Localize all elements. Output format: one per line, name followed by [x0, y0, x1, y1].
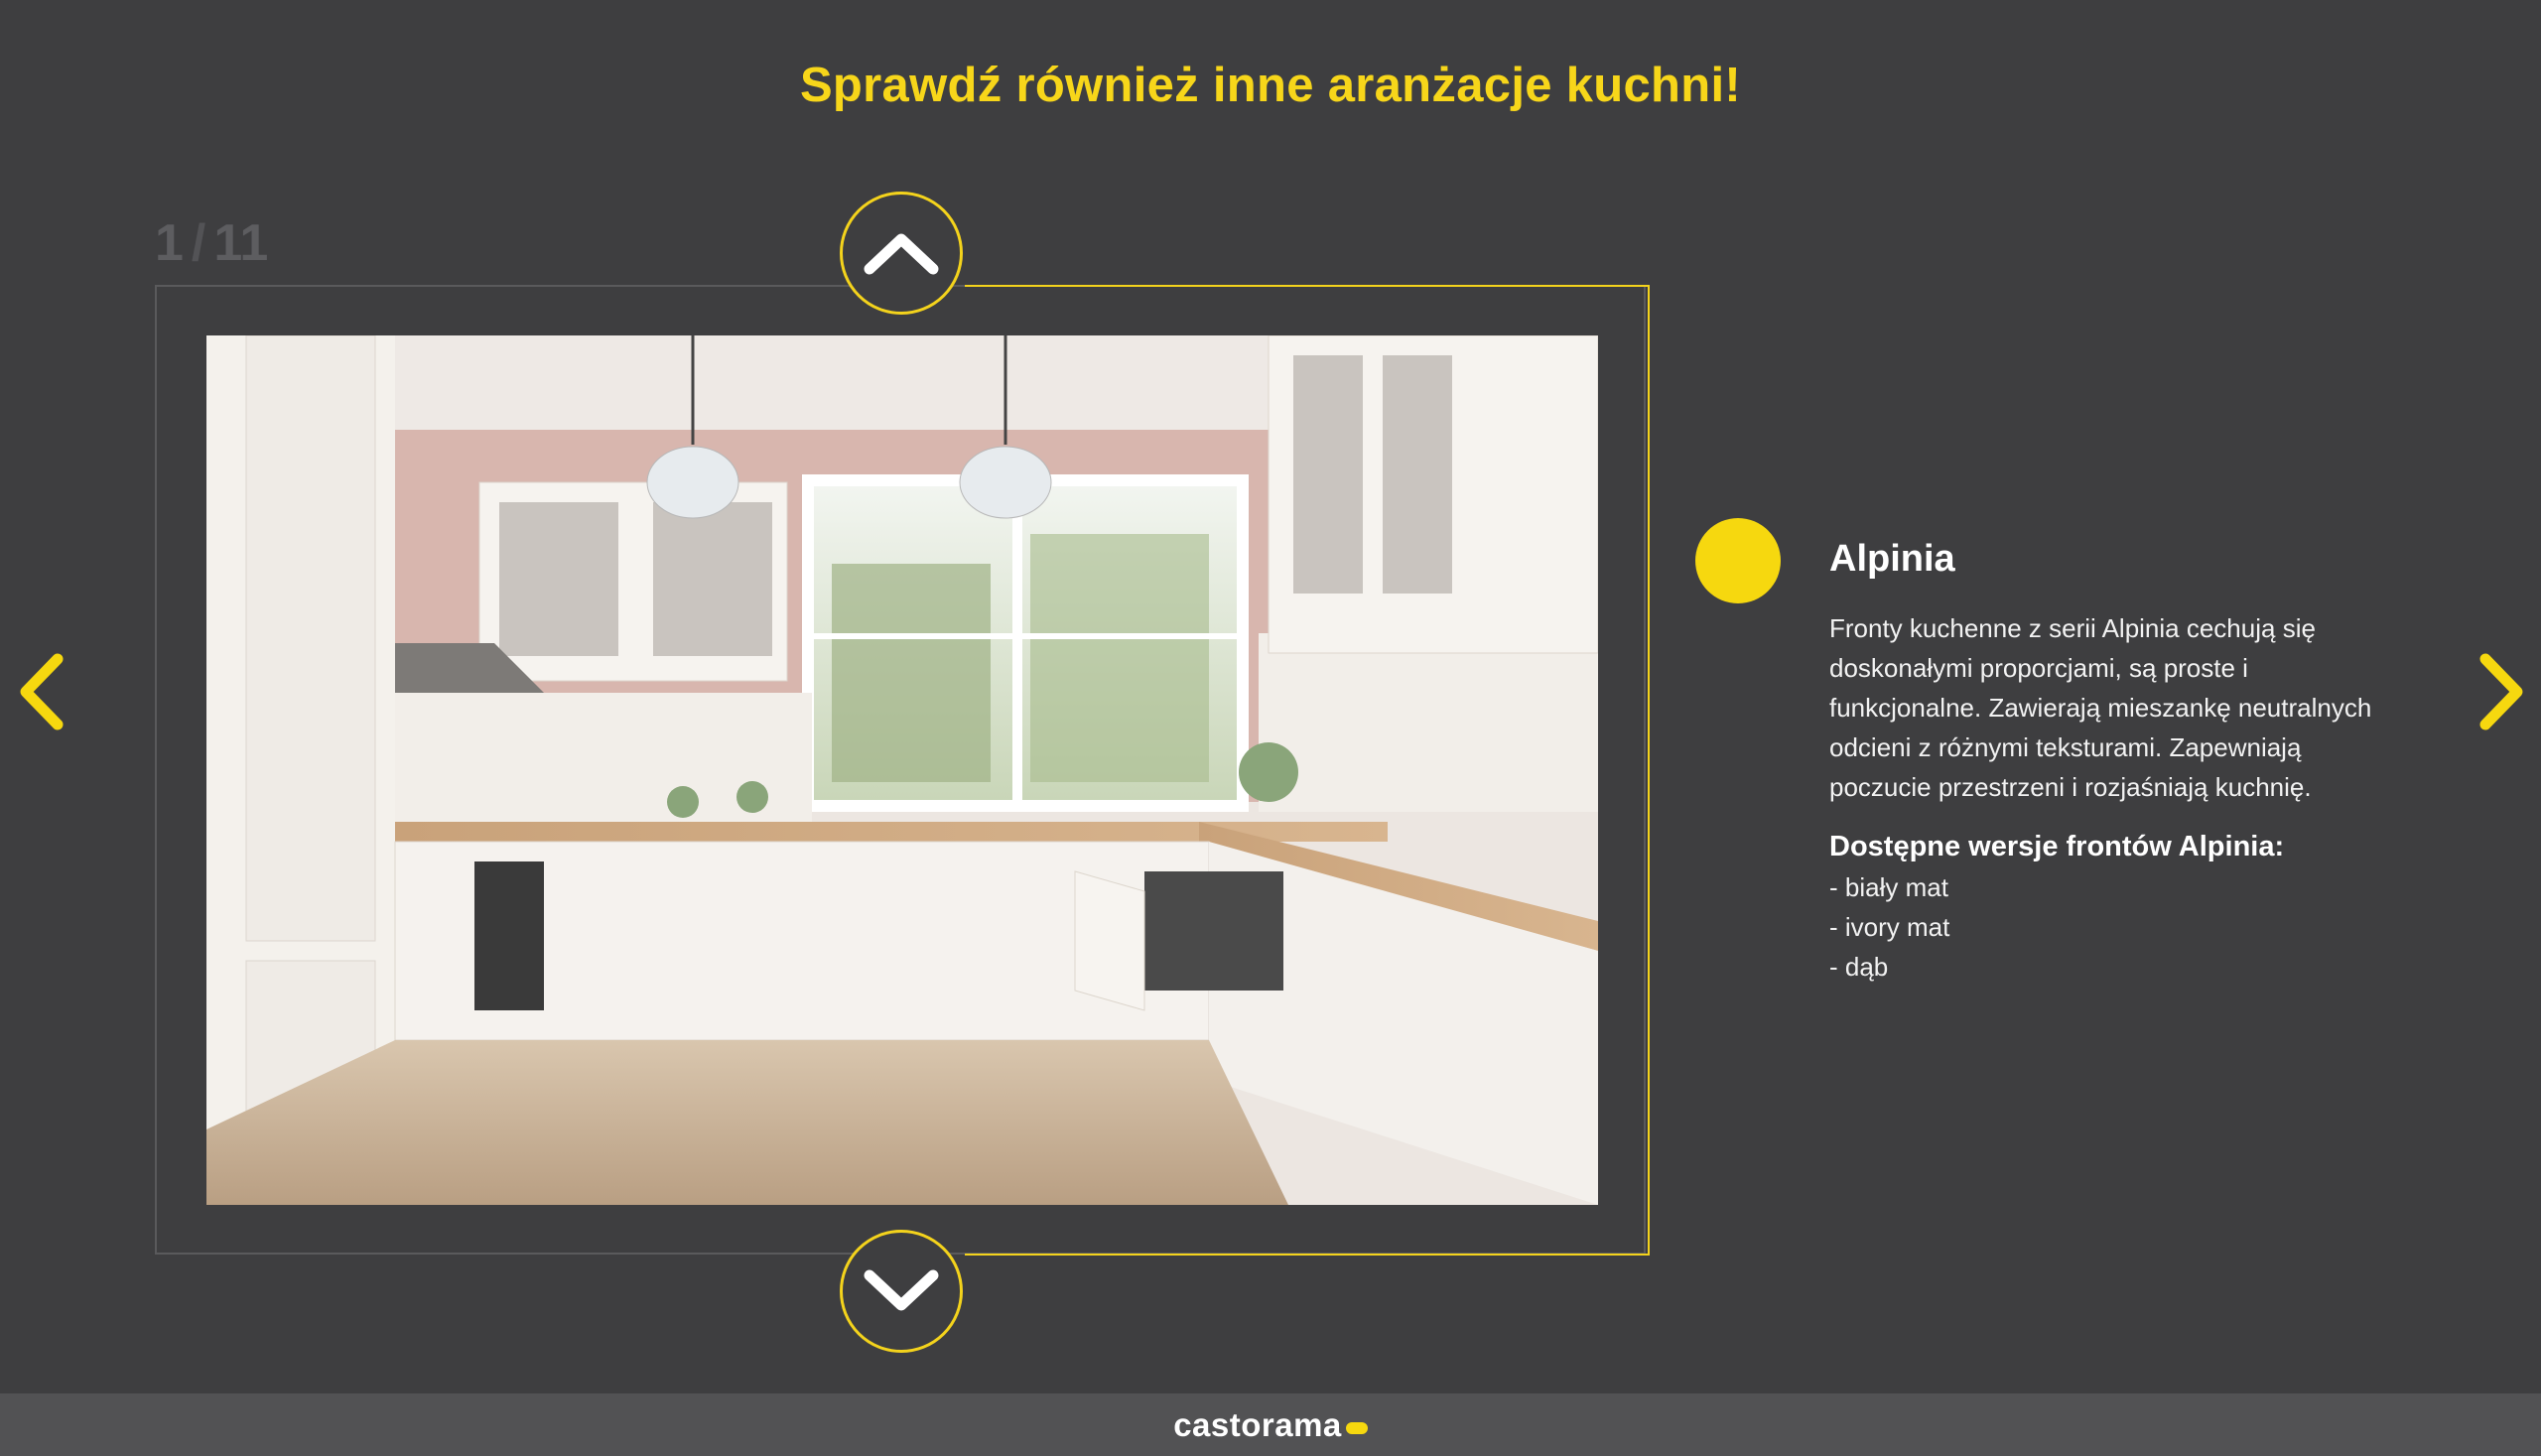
slide-current: 1	[155, 214, 184, 272]
slide-separator: /	[191, 214, 206, 272]
chevron-left-icon	[20, 653, 64, 730]
chevron-down-icon	[864, 1269, 939, 1311]
chevron-right-icon	[2479, 653, 2523, 730]
page-title: Sprawdź również inne aranżacje kuchni!	[799, 59, 1742, 112]
product-description: Fronty kuchenne z serii Alpinia cechują …	[1829, 613, 2372, 802]
slide-counter: 1/11	[155, 213, 268, 273]
logo-text: castorama	[1173, 1405, 1342, 1443]
castorama-logo[interactable]: castorama	[1173, 1406, 1368, 1444]
product-info: Alpinia Fronty kuchenne z serii Alpinia …	[1829, 538, 2385, 987]
footer: castorama	[0, 1393, 2541, 1456]
slide-total: 11	[213, 214, 269, 272]
chevron-up-icon	[864, 233, 939, 275]
versions-heading: Dostępne wersje frontów Alpinia:	[1829, 831, 2285, 862]
version-item: - dąb	[1829, 952, 1889, 982]
logo-mark-icon	[1345, 1421, 1368, 1434]
gallery-next-button[interactable]	[840, 1230, 963, 1353]
hotspot-dot[interactable]	[1695, 518, 1781, 603]
kitchen-photo	[206, 335, 1598, 1205]
gallery-prev-button[interactable]	[840, 192, 963, 315]
version-item: - ivory mat	[1829, 912, 1950, 942]
carousel-prev-button[interactable]	[16, 651, 67, 737]
carousel-next-button[interactable]	[2475, 651, 2527, 737]
product-title: Alpinia	[1829, 538, 1955, 580]
version-item: - biały mat	[1829, 872, 1948, 902]
